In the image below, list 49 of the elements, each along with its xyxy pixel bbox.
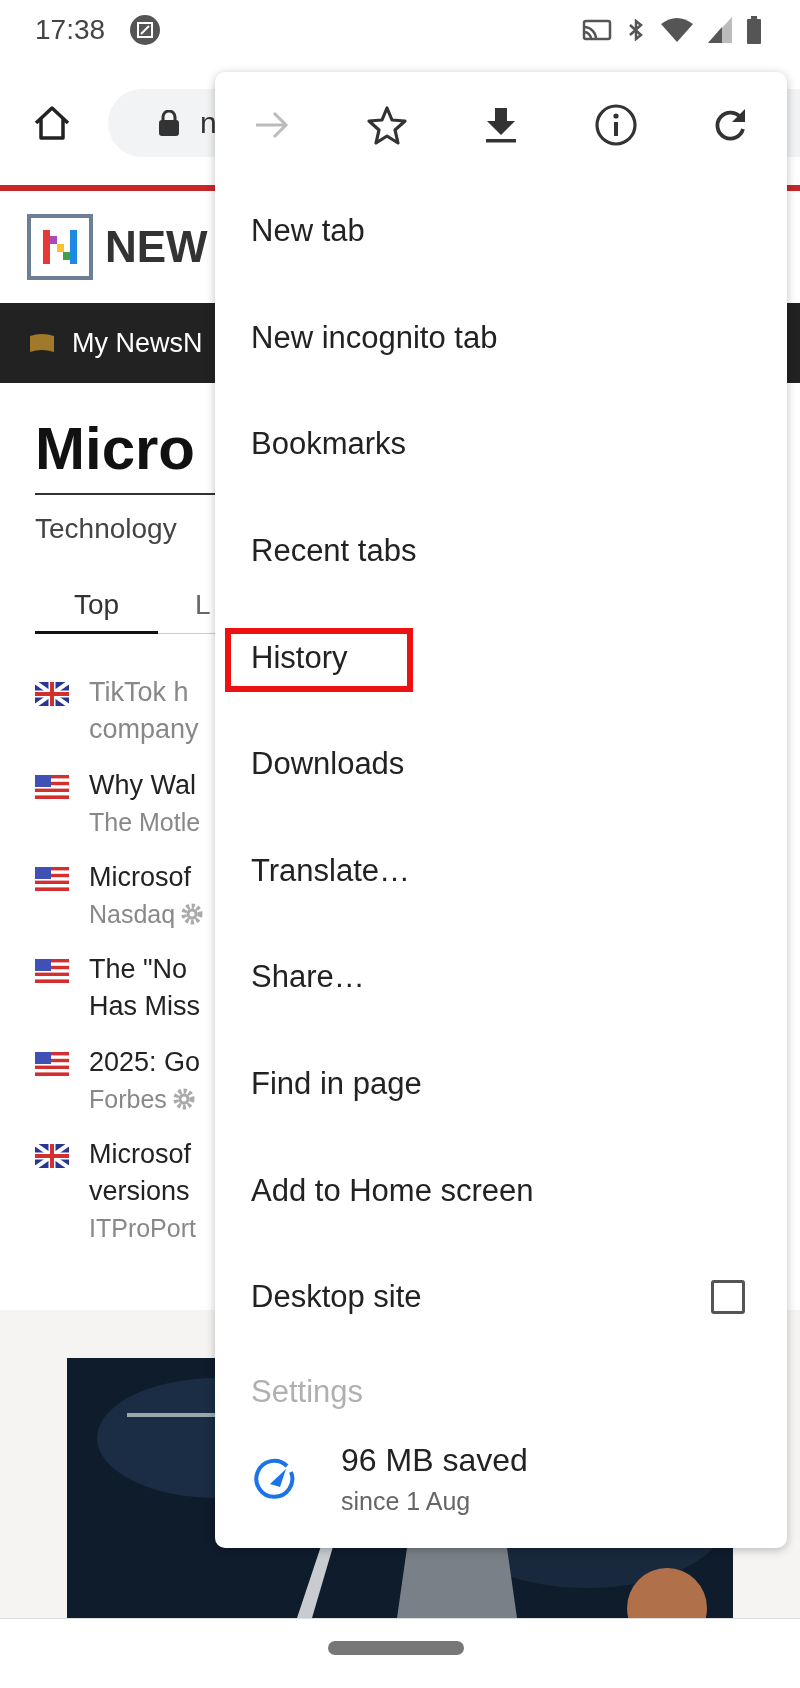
menu-item[interactable]: New tab [251,213,365,250]
data-saved-since: since 1 Aug [341,1486,472,1516]
tab[interactable]: L [195,589,211,634]
wifi-icon [660,17,694,43]
menu-item[interactable]: Bookmarks [251,426,407,463]
url-text: n [200,105,217,140]
data-saved-text: 96 MB saved [341,1441,528,1479]
info-icon[interactable] [593,103,638,147]
screenshot-icon [129,14,162,46]
menu-item[interactable]: New incognito tab [251,319,498,356]
nav-link[interactable]: My NewsN [72,327,203,359]
menu-item[interactable]: Find in page [251,1066,422,1103]
source-text: Nasdaq [89,899,176,930]
source-text: Forbes [89,1084,167,1115]
home-handle[interactable] [328,1641,464,1655]
gear-icon [172,1088,195,1110]
gear-icon [181,903,204,925]
signal-icon [708,17,732,43]
lock-icon [158,109,180,136]
source-text: The Motle [89,807,201,838]
menu-item[interactable]: Recent tabs [251,533,417,570]
headline-text[interactable]: versions [89,1173,190,1210]
headline-text[interactable]: company [89,711,199,748]
menu-item[interactable]: Add to Home screen [251,1172,534,1209]
star-icon[interactable] [365,104,408,146]
menu-item[interactable]: Desktop site [251,1279,422,1316]
headline-text[interactable]: Why Wal [89,767,196,804]
logo-icon [27,214,93,280]
tab[interactable]: Top [35,589,158,634]
page-title: Micro [35,414,196,484]
source-text: ITProPort [89,1213,196,1244]
speedometer-icon [253,1456,297,1501]
menu-item[interactable]: Share… [251,959,365,996]
headline-text[interactable]: 2025: Go [89,1044,201,1081]
site-logo-text: NEW [105,222,208,272]
headline-text[interactable]: The "No [89,951,188,988]
headline-text[interactable]: Microsof [89,1136,191,1173]
headline-text[interactable]: Has Miss [89,988,200,1025]
cast-icon [582,18,612,42]
menu-item[interactable]: Downloads [251,746,405,783]
menu-item[interactable]: Translate… [251,852,411,889]
category-label: Technology [35,513,178,545]
headline-text[interactable]: Microsof [89,859,191,896]
status-time: 17:38 [35,14,106,46]
headline-text[interactable]: TikTok h [89,674,189,711]
flag-icon [28,332,56,354]
checkbox[interactable] [711,1280,745,1315]
menu-item[interactable]: History [251,639,348,676]
battery-icon [746,16,762,44]
